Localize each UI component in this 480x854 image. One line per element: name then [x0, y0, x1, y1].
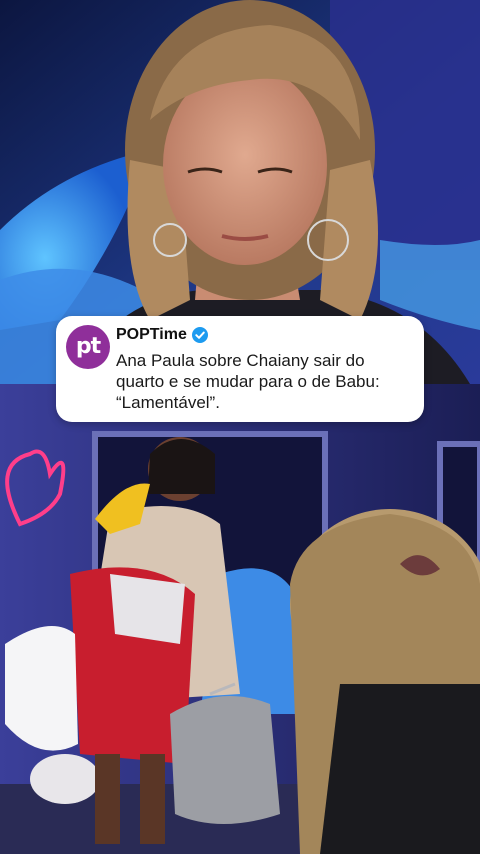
- account-name[interactable]: POPTime: [116, 326, 187, 344]
- account-avatar[interactable]: pt: [66, 325, 110, 369]
- account-header: POPTime: [116, 326, 208, 344]
- post-card: pt POPTime Ana Paula sobre Chaiany sair …: [56, 316, 424, 422]
- avatar-initials: pt: [75, 333, 101, 359]
- bottom-photo: [0, 384, 480, 854]
- verified-badge-icon: [191, 327, 208, 343]
- bottom-photo-illustration: [0, 384, 480, 854]
- post-caption: Ana Paula sobre Chaiany sair do quarto e…: [116, 351, 380, 412]
